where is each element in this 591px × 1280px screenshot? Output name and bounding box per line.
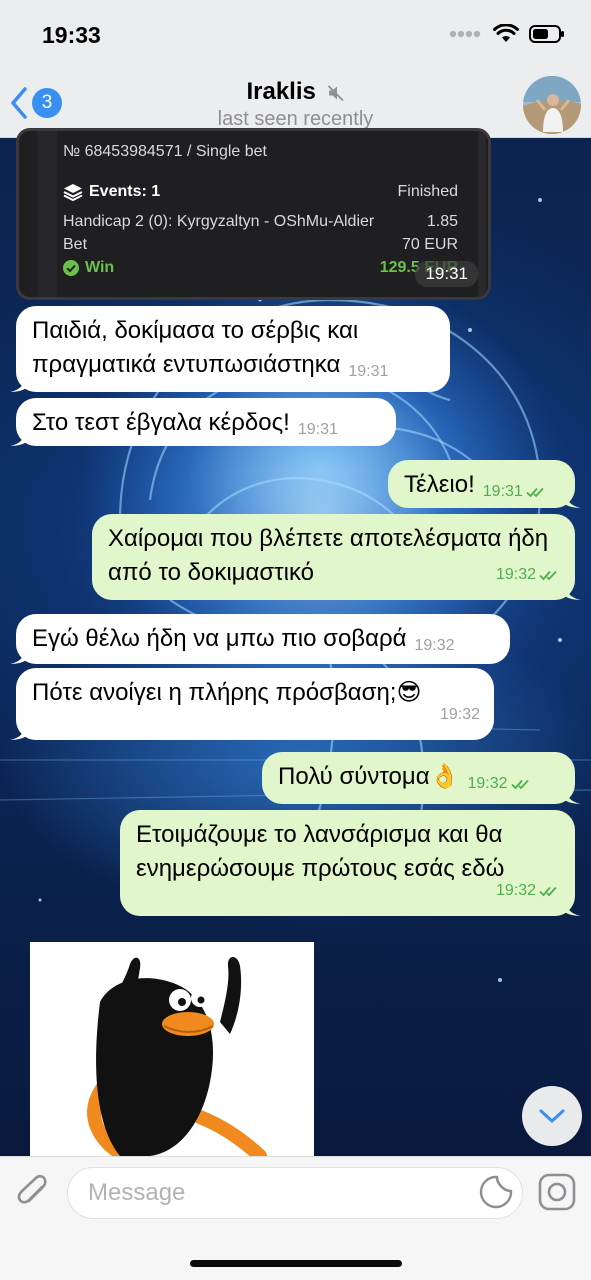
- bet-match: Handicap 2 (0): Kyrgyzaltyn - OShMu-Aldi…: [63, 213, 375, 230]
- message-time: 19:31: [297, 421, 338, 438]
- message-time: 19:31: [415, 261, 478, 287]
- message-text: Ετοιμάζουμε το λανσάρισμα και θα ενημερώ…: [136, 821, 505, 882]
- home-indicator: [190, 1260, 402, 1267]
- message-text: Πότε ανοίγει η πλήρης πρόσβαση;: [32, 679, 397, 706]
- double-check-icon: [510, 779, 529, 790]
- message-text: Πολύ σύντομα: [278, 763, 430, 790]
- bet-odds: 1.85: [426, 213, 458, 230]
- status-bar: 19:33: [0, 0, 591, 72]
- bet-label: Bet: [63, 236, 88, 253]
- message-time: 19:31: [348, 363, 389, 380]
- camera-icon: [538, 1173, 576, 1211]
- message-input-bar: [0, 1156, 591, 1280]
- layers-icon: [63, 184, 83, 201]
- bet-id: № 68453984571 / Single bet: [63, 143, 267, 160]
- double-check-icon: [526, 487, 544, 498]
- message-bubble-incoming[interactable]: Πότε ανοίγει η πλήρης πρόσβαση;😎 19:32: [10, 668, 494, 740]
- bubble-tail: [10, 722, 26, 740]
- message-bubble-outgoing[interactable]: Ετοιμάζουμε το λανσάρισμα και θα ενημερώ…: [120, 810, 581, 916]
- camera-button[interactable]: [538, 1173, 576, 1216]
- contact-name[interactable]: Iraklis: [0, 78, 591, 106]
- message-bubble-incoming[interactable]: Στο τεστ έβγαλα κέρδος! 19:31: [10, 398, 396, 446]
- bubble-tail: [565, 898, 581, 916]
- bet-result: Win: [63, 259, 114, 277]
- bubble-tail: [10, 374, 26, 392]
- message-time: 19:32: [495, 566, 536, 583]
- sunglasses-emoji: 😎: [396, 679, 422, 706]
- penguin-sticker[interactable]: [30, 942, 314, 1156]
- wifi-icon: [493, 24, 519, 42]
- message-time: 19:32: [495, 882, 536, 899]
- status-time: 19:33: [42, 22, 101, 48]
- double-check-icon: [539, 570, 557, 581]
- check-circle-icon: [63, 260, 79, 276]
- message-time: 19:31: [482, 483, 523, 500]
- penguin-sticker-art: [87, 957, 267, 1156]
- battery-icon: [529, 25, 564, 43]
- message-bubble-incoming[interactable]: Εγώ θέλω ήδη να μπω πιο σοβαρά 19:32: [10, 614, 510, 664]
- message-bubble-outgoing[interactable]: Χαίρομαι που βλέπετε αποτελέσματα ήδη απ…: [92, 514, 581, 600]
- message-time: 19:32: [467, 775, 508, 792]
- bubble-tail: [565, 582, 581, 600]
- bet-stake: 70 EUR: [401, 236, 458, 253]
- bet-status: Finished: [397, 183, 458, 200]
- sticker-icon: [479, 1175, 513, 1209]
- paperclip-icon: [17, 1174, 47, 1204]
- message-input[interactable]: [67, 1167, 523, 1219]
- message-bubble-outgoing[interactable]: Τέλειο! 19:31: [388, 460, 581, 508]
- double-check-icon: [539, 886, 557, 897]
- status-icons: [449, 24, 565, 44]
- signal-icon: [449, 30, 481, 38]
- bet-slip-image[interactable]: № 68453984571 / Single bet Events: 1 Fin…: [16, 128, 491, 300]
- message-text: Εγώ θέλω ήδη να μπω πιο σοβαρά: [32, 625, 407, 652]
- bet-result-text: Win: [85, 259, 115, 276]
- avatar-photo: [523, 76, 581, 134]
- message-time: 19:32: [439, 706, 480, 723]
- message-time: 19:32: [414, 637, 455, 654]
- avatar[interactable]: [523, 76, 581, 134]
- message-text: Τέλειο!: [404, 471, 475, 498]
- message-text: Χαίρομαι που βλέπετε αποτελέσματα ήδη απ…: [108, 525, 549, 586]
- betslip-stripe-right: [478, 131, 486, 297]
- message-text: Στο τεστ έβγαλα κέρδος!: [32, 409, 290, 436]
- scroll-down-button[interactable]: [522, 1086, 582, 1146]
- ok-hand-emoji: 👌: [429, 763, 460, 790]
- mute-icon: [327, 85, 344, 101]
- betslip-stripe: [37, 131, 57, 297]
- bubble-tail: [10, 428, 26, 446]
- bubble-tail: [565, 490, 581, 508]
- message-bubble-incoming[interactable]: Παιδιά, δοκίμασα το σέρβις και πραγματικ…: [10, 306, 450, 392]
- events-row: Events: 1: [63, 183, 160, 201]
- chevron-down-icon: [539, 1109, 565, 1123]
- contact-name-text: Iraklis: [246, 78, 316, 105]
- message-text: Παιδιά, δοκίμασα το σέρβις και πραγματικ…: [32, 317, 359, 378]
- attach-button[interactable]: [14, 1173, 54, 1218]
- bubble-tail: [565, 786, 581, 804]
- bubble-tail: [10, 646, 26, 664]
- events-label: Events: 1: [89, 183, 161, 200]
- sticker-button[interactable]: [478, 1174, 514, 1215]
- message-bubble-outgoing[interactable]: Πολύ σύντομα👌 19:32: [262, 752, 581, 804]
